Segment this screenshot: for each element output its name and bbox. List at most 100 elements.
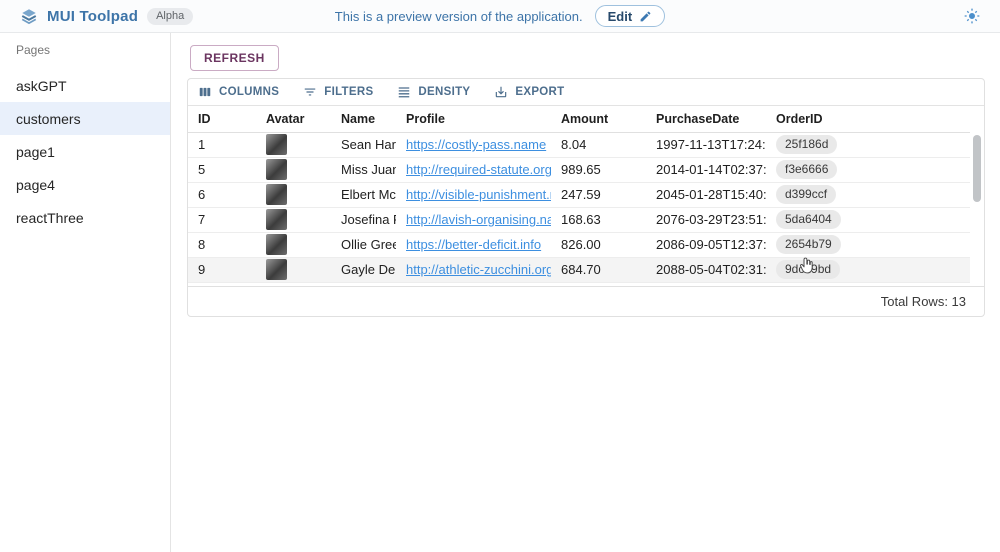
table-row[interactable]: 9 Gayle Den... http://athletic-zucchini.…	[188, 257, 970, 282]
order-id-chip[interactable]: d399ccf	[776, 185, 836, 204]
filter-icon	[303, 85, 317, 99]
sidebar-item[interactable]: reactThree	[0, 201, 170, 234]
columns-button[interactable]: COLUMNS	[198, 85, 279, 99]
cell-order-id: 9dc59bd	[766, 257, 970, 282]
brand: MUI Toolpad Alpha	[20, 7, 193, 25]
cell-id: 5	[188, 157, 256, 182]
cell-profile: http://lavish-organising.name	[396, 207, 551, 232]
profile-link[interactable]: http://required-statute.org	[406, 162, 551, 177]
profile-link[interactable]: https://costly-pass.name	[406, 137, 546, 152]
alpha-badge: Alpha	[147, 8, 193, 25]
density-button-label: DENSITY	[418, 86, 470, 98]
total-rows-label: Total Rows: 13	[881, 294, 966, 309]
column-header-id[interactable]: ID	[188, 106, 256, 132]
table-row[interactable]: 6 Elbert McL... http://visible-punishmen…	[188, 182, 970, 207]
cell-purchase-date: 2014-01-14T02:37:28.536Z	[646, 157, 766, 182]
data-grid-footer: Total Rows: 13	[188, 286, 984, 316]
cell-order-id: 2654b79	[766, 232, 970, 257]
pencil-icon	[639, 10, 652, 23]
profile-link[interactable]: http://lavish-organising.name	[406, 212, 551, 227]
cell-profile: https://costly-pass.name	[396, 132, 551, 157]
order-id-chip[interactable]: 25f186d	[776, 135, 837, 154]
cell-avatar	[256, 257, 331, 282]
cell-purchase-date: 2045-01-28T15:40:06.325Z	[646, 182, 766, 207]
cell-profile: http://athletic-zucchini.org	[396, 257, 551, 282]
cell-purchase-date: 2086-09-05T12:37:27.015Z	[646, 232, 766, 257]
table-row[interactable]: 1 Sean Harris https://costly-pass.name 8…	[188, 132, 970, 157]
density-icon	[397, 85, 411, 99]
cell-amount: 684.70	[551, 257, 646, 282]
table-body: 1 Sean Harris https://costly-pass.name 8…	[188, 132, 970, 282]
profile-link[interactable]: http://athletic-zucchini.org	[406, 262, 551, 277]
table-row[interactable]: 8 Ollie Green... https://better-deficit.…	[188, 232, 970, 257]
cell-amount: 826.00	[551, 232, 646, 257]
cell-avatar	[256, 182, 331, 207]
table-row[interactable]: 7 Josefina P... http://lavish-organising…	[188, 207, 970, 232]
sidebar-item[interactable]: customers	[0, 102, 170, 135]
avatar-image	[266, 234, 287, 255]
column-header-purchasedate[interactable]: PurchaseDate	[646, 106, 766, 132]
export-icon	[494, 85, 508, 99]
cell-name: Sean Harris	[331, 132, 396, 157]
edit-button[interactable]: Edit	[595, 5, 666, 27]
cell-name: Elbert McL...	[331, 182, 396, 207]
order-id-chip[interactable]: 5da6404	[776, 210, 841, 229]
preview-banner-text: This is a preview version of the applica…	[335, 9, 583, 24]
cell-name: Gayle Den...	[331, 257, 396, 282]
cell-order-id: 5da6404	[766, 207, 970, 232]
density-button[interactable]: DENSITY	[397, 85, 470, 99]
cell-avatar	[256, 207, 331, 232]
avatar-image	[266, 184, 287, 205]
avatar-image	[266, 134, 287, 155]
cell-order-id: d399ccf	[766, 182, 970, 207]
cell-id: 7	[188, 207, 256, 232]
cell-purchase-date: 1997-11-13T17:24:11.769Z	[646, 132, 766, 157]
cell-profile: http://required-statute.org	[396, 157, 551, 182]
table-row[interactable]: 5 Miss Juan ... http://required-statute.…	[188, 157, 970, 182]
cell-id: 1	[188, 132, 256, 157]
table-header-row: ID Avatar Name Profile Amount PurchaseDa…	[188, 106, 970, 132]
cell-order-id: 25f186d	[766, 132, 970, 157]
order-id-chip[interactable]: f3e6666	[776, 160, 837, 179]
theme-toggle-button[interactable]	[964, 8, 980, 24]
columns-icon	[198, 85, 212, 99]
customers-table: ID Avatar Name Profile Amount PurchaseDa…	[188, 106, 970, 283]
column-header-avatar[interactable]: Avatar	[256, 106, 331, 132]
sidebar-item[interactable]: page1	[0, 135, 170, 168]
toolpad-logo-icon	[20, 7, 38, 25]
data-grid-toolbar: COLUMNS FILTERS DENSITY	[188, 79, 984, 106]
column-header-profile[interactable]: Profile	[396, 106, 551, 132]
vertical-scrollbar-thumb[interactable]	[973, 135, 981, 202]
cell-avatar	[256, 157, 331, 182]
cell-profile: https://better-deficit.info	[396, 232, 551, 257]
app-title: MUI Toolpad	[47, 8, 138, 25]
cell-id: 9	[188, 257, 256, 282]
cell-avatar	[256, 232, 331, 257]
sidebar-item[interactable]: askGPT	[0, 69, 170, 102]
cell-name: Josefina P...	[331, 207, 396, 232]
refresh-button[interactable]: REFRESH	[190, 45, 279, 71]
sidebar-item-label: reactThree	[16, 210, 84, 226]
filters-button[interactable]: FILTERS	[303, 85, 373, 99]
export-button[interactable]: EXPORT	[494, 85, 564, 99]
profile-link[interactable]: http://visible-punishment.net	[406, 187, 551, 202]
cell-amount: 168.63	[551, 207, 646, 232]
filters-button-label: FILTERS	[324, 86, 373, 98]
cell-id: 6	[188, 182, 256, 207]
sidebar-item-label: page1	[16, 144, 55, 160]
column-header-orderid[interactable]: OrderID	[766, 106, 970, 132]
app-bar: MUI Toolpad Alpha This is a preview vers…	[0, 0, 1000, 33]
edit-button-label: Edit	[608, 9, 633, 24]
cell-profile: http://visible-punishment.net	[396, 182, 551, 207]
column-header-amount[interactable]: Amount	[551, 106, 646, 132]
cell-name: Ollie Green...	[331, 232, 396, 257]
cell-id: 8	[188, 232, 256, 257]
sidebar-item-label: page4	[16, 177, 55, 193]
sidebar-item[interactable]: page4	[0, 168, 170, 201]
order-id-chip[interactable]: 2654b79	[776, 235, 841, 254]
cell-name: Miss Juan ...	[331, 157, 396, 182]
sidebar: Pages askGPT customers page1 page4 react…	[0, 33, 171, 552]
data-grid: COLUMNS FILTERS DENSITY	[187, 78, 985, 317]
profile-link[interactable]: https://better-deficit.info	[406, 237, 541, 252]
column-header-name[interactable]: Name	[331, 106, 396, 132]
